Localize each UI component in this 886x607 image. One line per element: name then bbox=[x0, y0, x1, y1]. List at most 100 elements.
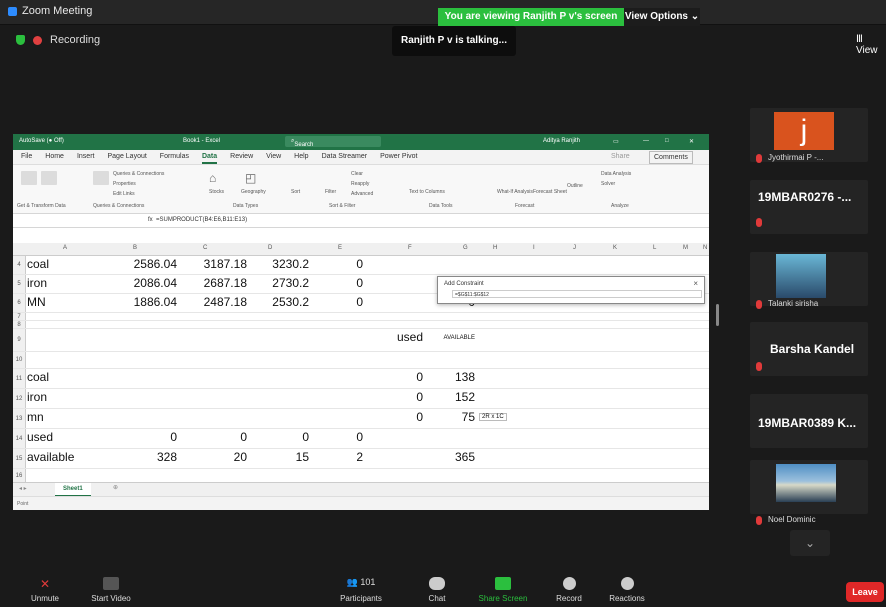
solver-button[interactable]: Solver bbox=[601, 181, 615, 187]
cell-f[interactable]: 0 bbox=[343, 410, 423, 424]
cell-a[interactable]: coal bbox=[27, 370, 49, 384]
scroll-down-chevron-icon[interactable]: ⌄ bbox=[790, 530, 830, 556]
view-layout-button[interactable]: Ⅲ View bbox=[856, 34, 886, 56]
cell-e[interactable]: 2 bbox=[313, 450, 363, 464]
menu-review[interactable]: Review bbox=[230, 150, 253, 164]
column-header[interactable]: C bbox=[203, 245, 207, 251]
cell-c[interactable]: 2487.18 bbox=[183, 295, 247, 309]
cell-f[interactable]: 0 bbox=[343, 370, 423, 384]
column-header[interactable]: N bbox=[703, 245, 707, 251]
menu-power-pivot[interactable]: Power Pivot bbox=[380, 150, 417, 164]
add-sheet-icon[interactable]: ⊕ bbox=[113, 484, 118, 491]
cell-c[interactable]: 3187.18 bbox=[183, 257, 247, 271]
row-number[interactable]: 14 bbox=[13, 429, 26, 448]
cell-d[interactable]: 15 bbox=[245, 450, 309, 464]
geography-button[interactable]: Geography bbox=[241, 189, 266, 195]
column-header[interactable]: B bbox=[133, 245, 137, 251]
cell-a[interactable]: MN bbox=[27, 295, 46, 309]
recording-indicator[interactable]: Recording bbox=[16, 34, 100, 46]
cell-d[interactable]: 3230.2 bbox=[245, 257, 309, 271]
start-video-button[interactable]: Start Video bbox=[76, 577, 146, 603]
forecast-sheet-button[interactable]: Forecast Sheet bbox=[533, 189, 567, 195]
cell-b[interactable]: 328 bbox=[113, 450, 177, 464]
menu-home[interactable]: Home bbox=[45, 150, 64, 164]
menu-insert[interactable]: Insert bbox=[77, 150, 95, 164]
cell-e[interactable]: 0 bbox=[313, 276, 363, 290]
dialog-close-icon[interactable]: × bbox=[693, 279, 698, 288]
row-number[interactable]: 10 bbox=[13, 352, 26, 368]
participant-tile[interactable]: Talanki sirisha bbox=[750, 252, 868, 309]
cell-a[interactable]: mn bbox=[27, 410, 44, 424]
row-number[interactable]: 7 bbox=[13, 313, 26, 320]
what-if-button[interactable]: What-If Analysis bbox=[497, 189, 533, 195]
minimize-icon[interactable]: — bbox=[643, 138, 649, 144]
reactions-button[interactable]: Reactions bbox=[592, 577, 662, 603]
column-header[interactable]: E bbox=[338, 245, 342, 251]
cell-b[interactable]: 2086.04 bbox=[113, 276, 177, 290]
menu-page-layout[interactable]: Page Layout bbox=[107, 150, 146, 164]
cell-e[interactable]: 0 bbox=[313, 430, 363, 444]
fx-icon[interactable]: fx bbox=[148, 214, 153, 227]
menu-data-streamer[interactable]: Data Streamer bbox=[322, 150, 368, 164]
get-data-icon[interactable] bbox=[21, 171, 37, 185]
row-number[interactable]: 5 bbox=[13, 275, 26, 293]
filter-button[interactable]: Filter bbox=[325, 189, 336, 195]
autosave-toggle[interactable]: AutoSave (● Off) bbox=[19, 138, 64, 144]
cell-d[interactable]: 2730.2 bbox=[245, 276, 309, 290]
column-header[interactable]: G bbox=[463, 245, 468, 251]
data-analysis-button[interactable]: Data Analysis bbox=[601, 171, 631, 177]
sheet-tab[interactable]: Sheet1 bbox=[55, 483, 91, 497]
participant-tile[interactable]: 19MBAR0389 K... bbox=[750, 394, 868, 448]
participant-tile[interactable]: 19MBAR0276 -... bbox=[750, 180, 868, 234]
cell-b[interactable]: 0 bbox=[113, 430, 177, 444]
column-header[interactable]: M bbox=[683, 245, 688, 251]
geography-icon[interactable]: ◰ bbox=[245, 171, 256, 185]
cell-g[interactable]: 138 bbox=[423, 370, 475, 384]
panel-resize-handle[interactable] bbox=[716, 304, 719, 326]
share-screen-button[interactable]: Share Screen bbox=[468, 577, 538, 603]
menu-formulas[interactable]: Formulas bbox=[160, 150, 189, 164]
reapply-button[interactable]: Reapply bbox=[351, 181, 369, 187]
chat-button[interactable]: Chat bbox=[402, 577, 472, 603]
close-icon[interactable]: ✕ bbox=[689, 138, 694, 145]
queries-connections-button[interactable]: Queries & Connections bbox=[113, 171, 164, 177]
column-header[interactable]: H bbox=[493, 245, 497, 251]
cell-a[interactable]: iron bbox=[27, 390, 47, 404]
menu-data[interactable]: Data bbox=[201, 150, 218, 164]
row-number[interactable]: 12 bbox=[13, 389, 26, 408]
cell-a[interactable]: iron bbox=[27, 276, 47, 290]
participant-tile[interactable]: j Jyothirmai P -... bbox=[750, 108, 868, 163]
comments-button[interactable]: Comments bbox=[649, 151, 693, 164]
participant-tile[interactable]: Noel Dominic bbox=[750, 460, 868, 525]
formula-text[interactable]: =SUMPRODUCT(B4:E6,B11:E13) bbox=[156, 214, 247, 227]
cell-a[interactable]: used bbox=[27, 430, 53, 444]
menu-view[interactable]: View bbox=[266, 150, 281, 164]
formula-bar[interactable]: fx =SUMPRODUCT(B4:E6,B11:E13) bbox=[13, 214, 709, 228]
cell-d[interactable]: 0 bbox=[245, 430, 309, 444]
cell-c[interactable]: 20 bbox=[183, 450, 247, 464]
menu-help[interactable]: Help bbox=[294, 150, 308, 164]
excel-search-box[interactable]: ⌕ Search bbox=[285, 136, 381, 148]
outline-button[interactable]: Outline bbox=[567, 183, 583, 189]
menu-file[interactable]: File bbox=[21, 150, 32, 164]
refresh-all-icon[interactable] bbox=[93, 171, 109, 185]
sort-button[interactable]: Sort bbox=[291, 189, 300, 195]
cell-g[interactable]: 152 bbox=[423, 390, 475, 404]
cell-c[interactable]: 2687.18 bbox=[183, 276, 247, 290]
cell-e[interactable]: 0 bbox=[313, 295, 363, 309]
cell-b[interactable]: 1886.04 bbox=[113, 295, 177, 309]
row-number[interactable]: 6 bbox=[13, 294, 26, 312]
row-number[interactable]: 15 bbox=[13, 449, 26, 468]
row-number[interactable]: 8 bbox=[13, 321, 26, 328]
stocks-button[interactable]: Stocks bbox=[209, 189, 224, 195]
properties-button[interactable]: Properties bbox=[113, 181, 136, 187]
stocks-icon[interactable]: ⌂ bbox=[209, 171, 216, 185]
edit-links-button[interactable]: Edit Links bbox=[113, 191, 135, 197]
cell-e[interactable]: 0 bbox=[313, 257, 363, 271]
cell-f[interactable]: 0 bbox=[343, 390, 423, 404]
cell-d[interactable]: 2530.2 bbox=[245, 295, 309, 309]
from-table-icon[interactable] bbox=[41, 171, 57, 185]
cell-f[interactable]: used bbox=[343, 330, 423, 344]
constraint-reference-input[interactable]: =$G$11:$G$12 bbox=[452, 290, 702, 298]
cell-c[interactable]: 0 bbox=[183, 430, 247, 444]
